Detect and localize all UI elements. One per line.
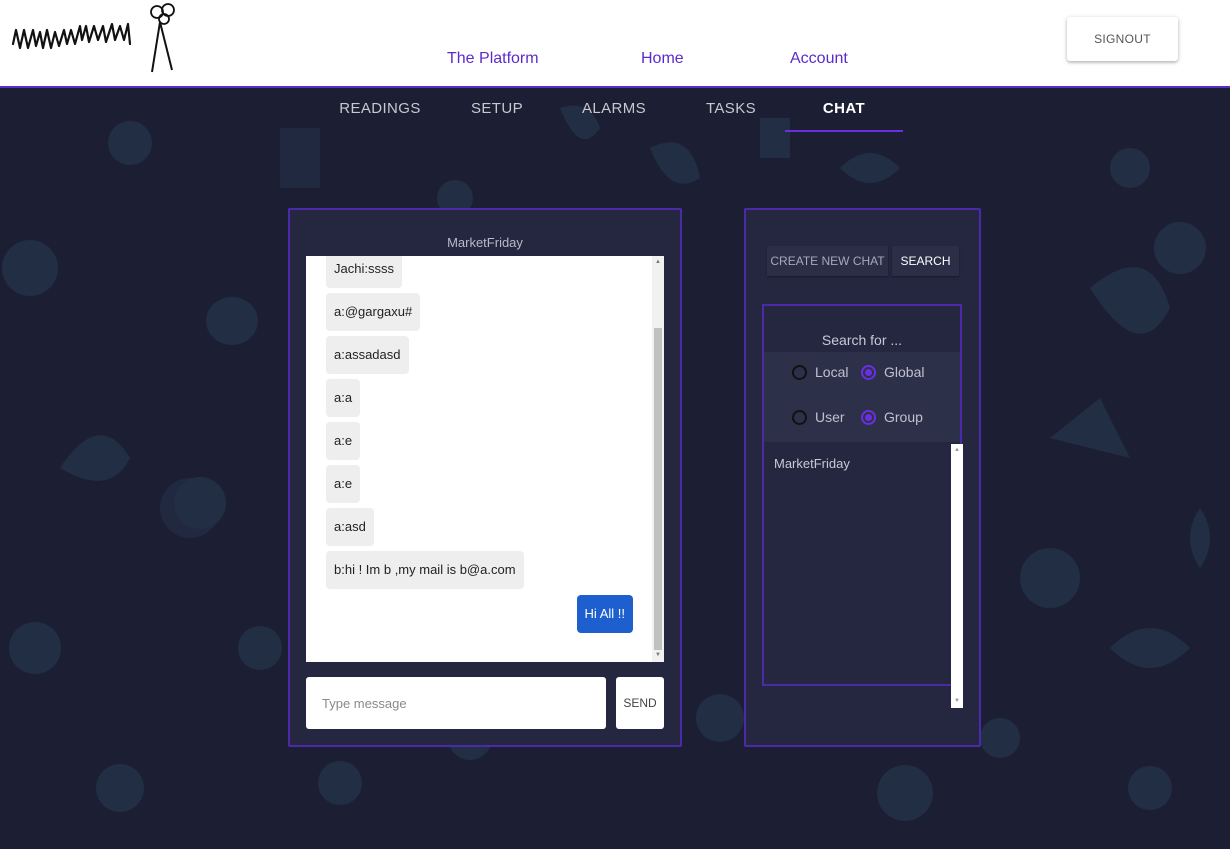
radio-circle-icon <box>792 364 807 380</box>
chat-message: a:assadasd <box>326 336 409 374</box>
tab-tasks[interactable]: TASKS <box>672 100 790 132</box>
scrollbar-thumb[interactable] <box>654 328 662 650</box>
radio-global[interactable]: Global <box>861 364 924 380</box>
result-scrollbar[interactable]: ▲ ▼ <box>951 444 963 708</box>
radio-label: Group <box>884 409 923 425</box>
tab-alarms[interactable]: ALARMS <box>555 100 673 132</box>
message-scrollbar[interactable]: ▲ ▼ <box>652 256 664 662</box>
chat-message: b:hi ! Im b ,my mail is b@a.com <box>326 551 524 589</box>
chat-search-panel: CREATE NEW CHAT SEARCH Search for ... Lo… <box>744 208 981 747</box>
radio-circle-icon <box>792 409 807 425</box>
message-input[interactable] <box>306 677 606 729</box>
chat-message: a:a <box>326 379 361 417</box>
scroll-down-arrow-icon[interactable]: ▼ <box>655 652 661 658</box>
radio-label: Global <box>884 364 925 380</box>
chat-message-own: Hi All !! <box>576 595 633 633</box>
brand-logo[interactable] <box>10 2 182 76</box>
radio-group[interactable]: Group <box>861 409 923 425</box>
send-button[interactable]: SEND <box>616 677 664 729</box>
scroll-up-arrow-icon[interactable]: ▲ <box>655 259 661 265</box>
nav-home[interactable]: Home <box>641 50 684 68</box>
radio-local[interactable]: Local <box>792 364 848 380</box>
nav-the-platform[interactable]: The Platform <box>447 50 539 68</box>
tab-chat[interactable]: CHAT <box>785 100 903 132</box>
chat-panel: MarketFriday Jachi:ssss a:@gargaxu# a:as… <box>288 208 682 747</box>
radio-circle-checked-icon <box>861 364 876 380</box>
signout-button[interactable]: SIGNOUT <box>1067 17 1178 61</box>
chat-message: Jachi:ssss <box>326 256 402 288</box>
chat-message: a:e <box>326 422 361 460</box>
radio-user[interactable]: User <box>792 409 845 425</box>
tab-readings[interactable]: READINGS <box>321 100 439 132</box>
search-result-list[interactable]: MarketFriday <box>764 442 960 684</box>
create-new-chat-button[interactable]: CREATE NEW CHAT <box>767 246 888 276</box>
chat-message: a:asd <box>326 508 374 546</box>
radio-circle-checked-icon <box>861 409 876 425</box>
scroll-up-arrow-icon[interactable]: ▲ <box>954 447 960 453</box>
search-button[interactable]: SEARCH <box>892 246 959 276</box>
search-options: Local Global User Group <box>764 352 960 442</box>
top-header: The Platform Home Account SIGNOUT <box>0 0 1230 88</box>
search-for-label: Search for ... <box>821 332 903 348</box>
nav-account[interactable]: Account <box>790 50 848 68</box>
scroll-down-arrow-icon[interactable]: ▼ <box>954 698 960 704</box>
chat-title: MarketFriday <box>447 235 523 250</box>
radio-label: User <box>815 409 845 425</box>
chat-message: a:@gargaxu# <box>326 293 421 331</box>
chat-message: a:e <box>326 465 361 503</box>
message-list[interactable]: Jachi:ssss a:@gargaxu# a:assadasd a:a a:… <box>306 256 664 662</box>
search-result-item[interactable]: MarketFriday <box>774 456 850 471</box>
search-box: Search for ... Local Global User Group M… <box>762 304 962 686</box>
radio-label: Local <box>815 364 849 380</box>
tab-setup[interactable]: SETUP <box>438 100 556 132</box>
